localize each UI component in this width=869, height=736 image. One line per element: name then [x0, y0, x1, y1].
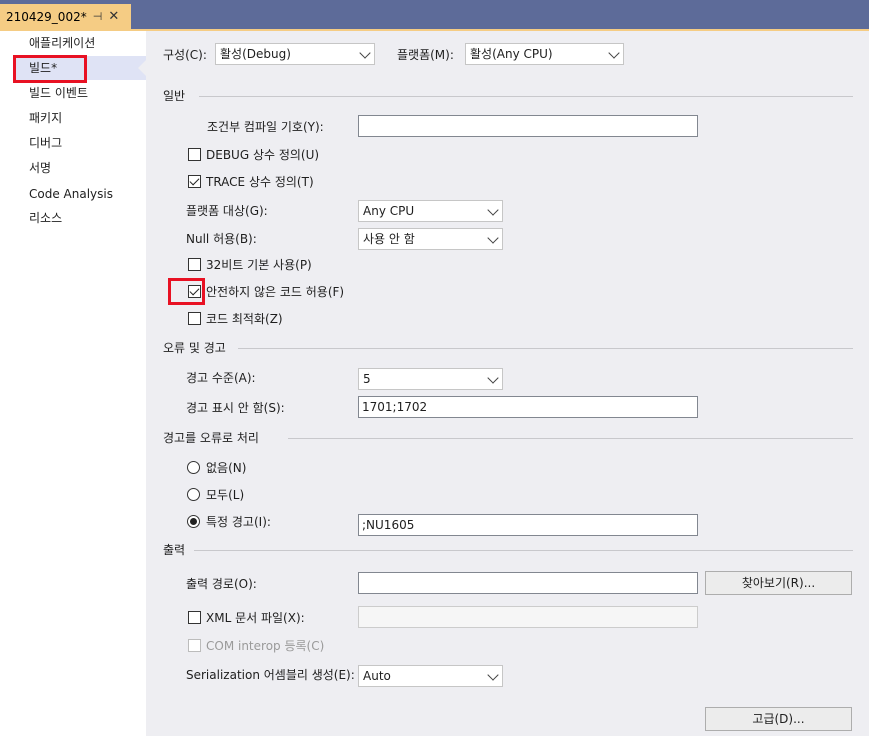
chevron-down-icon [487, 669, 499, 681]
specific-warnings-input[interactable]: ;NU1605 [358, 514, 698, 536]
document-tab[interactable]: 210429_002* ⊣ ✕ [0, 4, 131, 29]
debug-constant-checkbox[interactable] [188, 148, 201, 161]
conditional-symbols-input[interactable] [358, 115, 698, 137]
sidebar-highlight-box [13, 55, 87, 83]
trace-constant-checkbox[interactable] [188, 175, 201, 188]
chevron-down-icon [487, 372, 499, 384]
chevron-down-icon [359, 47, 371, 59]
nullable-dropdown[interactable]: 사용 안 함 [358, 228, 503, 250]
warning-level-dropdown[interactable]: 5 [358, 368, 503, 390]
section-title-treat-warnings: 경고를 오류로 처리 [163, 431, 259, 445]
com-interop-checkbox[interactable] [188, 639, 201, 652]
configuration-dropdown[interactable]: 활성(Debug) [215, 43, 375, 65]
sidebar-item-debug[interactable]: 디버그 [29, 133, 62, 153]
nullable-value: 사용 안 함 [363, 232, 415, 246]
platform-value: 활성(Any CPU) [470, 47, 553, 61]
advanced-button[interactable]: 고급(D)... [705, 707, 852, 731]
treat-none-label: 없음(N) [206, 461, 247, 475]
xml-doc-input[interactable] [358, 606, 698, 628]
sidebar-item-resources[interactable]: 리소스 [29, 208, 62, 228]
chevron-down-icon [487, 232, 499, 244]
section-title-errors-warnings: 오류 및 경고 [163, 341, 226, 355]
sidebar-item-signing[interactable]: 서명 [29, 158, 51, 178]
xml-doc-label: XML 문서 파일(X): [206, 611, 305, 625]
suppress-warnings-label: 경고 표시 안 함(S): [186, 401, 285, 415]
sidebar-item-package[interactable]: 패키지 [29, 108, 62, 128]
serialization-dropdown[interactable]: Auto [358, 665, 503, 687]
chevron-down-icon [487, 204, 499, 216]
properties-sidebar [0, 31, 146, 736]
serialization-label: Serialization 어셈블리 생성(E): [186, 668, 355, 682]
section-divider [194, 550, 853, 551]
sidebar-item-code-analysis[interactable]: Code Analysis [29, 184, 113, 204]
pin-icon[interactable]: ⊣ [93, 10, 103, 23]
optimize-code-checkbox[interactable] [188, 312, 201, 325]
serialization-value: Auto [363, 669, 391, 683]
xml-doc-checkbox[interactable] [188, 611, 201, 624]
platform-dropdown[interactable]: 활성(Any CPU) [465, 43, 624, 65]
platform-label: 플랫폼(M): [397, 48, 454, 62]
section-title-general: 일반 [163, 89, 186, 103]
conditional-symbols-label: 조건부 컴파일 기호(Y): [207, 120, 324, 134]
treat-specific-radio[interactable] [187, 515, 200, 528]
selection-pointer [138, 60, 146, 76]
trace-constant-label: TRACE 상수 정의(T) [206, 175, 314, 189]
com-interop-label: COM interop 등록(C) [206, 639, 325, 653]
treat-all-radio[interactable] [187, 488, 200, 501]
section-title-output: 출력 [163, 543, 186, 557]
platform-target-dropdown[interactable]: Any CPU [358, 200, 503, 222]
section-divider [199, 96, 853, 97]
output-path-label: 출력 경로(O): [186, 577, 257, 591]
section-divider [288, 438, 853, 439]
output-path-input[interactable] [358, 572, 698, 594]
sidebar-item-build-events[interactable]: 빌드 이벤트 [29, 83, 88, 103]
allow-unsafe-label: 안전하지 않은 코드 허용(F) [206, 285, 345, 299]
chevron-down-icon [608, 47, 620, 59]
platform-target-value: Any CPU [363, 204, 415, 218]
warning-level-value: 5 [363, 372, 371, 386]
browse-button[interactable]: 찾아보기(R)... [705, 571, 852, 595]
prefer-32bit-checkbox[interactable] [188, 258, 201, 271]
section-divider [238, 348, 853, 349]
warning-level-label: 경고 수준(A): [186, 371, 256, 385]
suppress-warnings-input[interactable]: 1701;1702 [358, 396, 698, 418]
sidebar-item-application[interactable]: 애플리케이션 [29, 33, 95, 53]
treat-none-radio[interactable] [187, 461, 200, 474]
optimize-code-label: 코드 최적화(Z) [206, 312, 283, 326]
document-tab-bar: 210429_002* ⊣ ✕ [0, 0, 869, 29]
prefer-32bit-label: 32비트 기본 사용(P) [206, 258, 312, 272]
configuration-value: 활성(Debug) [220, 47, 291, 61]
configuration-label: 구성(C): [163, 48, 207, 62]
unsafe-highlight-box [168, 278, 205, 305]
document-tab-title: 210429_002* [6, 9, 87, 24]
close-icon[interactable]: ✕ [108, 9, 119, 24]
nullable-label: Null 허용(B): [186, 232, 257, 246]
treat-all-label: 모두(L) [206, 488, 245, 502]
platform-target-label: 플랫폼 대상(G): [186, 204, 268, 218]
debug-constant-label: DEBUG 상수 정의(U) [206, 148, 320, 162]
treat-specific-label: 특정 경고(I): [206, 515, 271, 529]
